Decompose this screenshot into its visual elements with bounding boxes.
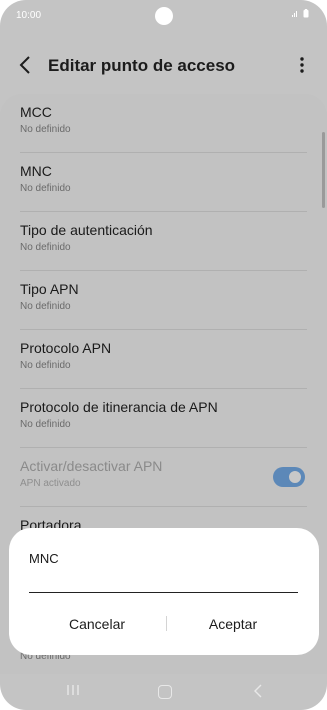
home-icon[interactable]: [158, 685, 172, 699]
list-item-apn-protocol[interactable]: Protocolo APN No definido: [0, 330, 327, 389]
list-item-title: Activar/desactivar APN: [20, 458, 163, 474]
back-arrow-icon[interactable]: [18, 54, 38, 78]
status-icons: [291, 9, 309, 20]
cancel-button[interactable]: Cancelar: [27, 613, 167, 635]
signal-icon: [292, 11, 298, 17]
list-item-subtitle: No definido: [20, 419, 71, 430]
list-item-subtitle: APN activado: [20, 478, 81, 489]
list-item-title: Tipo de autenticación: [20, 222, 153, 238]
recents-icon[interactable]: [66, 684, 80, 698]
list-item-title: MCC: [20, 104, 52, 120]
battery-icon: [303, 9, 309, 18]
list-item-apn-type[interactable]: Tipo APN No definido: [0, 271, 327, 330]
list-item-roaming-protocol[interactable]: Protocolo de itinerancia de APN No defin…: [0, 389, 327, 448]
mnc-input[interactable]: [29, 575, 298, 593]
list-item-auth-type[interactable]: Tipo de autenticación No definido: [0, 212, 327, 271]
status-time: 10:00: [16, 10, 42, 21]
list-item-subtitle: No definido: [20, 360, 71, 371]
apn-enable-toggle[interactable]: [273, 467, 305, 487]
list-item-title: Protocolo APN: [20, 340, 112, 356]
more-options-icon[interactable]: [297, 56, 307, 76]
list-item-subtitle: No definido: [20, 183, 71, 194]
list-item-subtitle: No definido: [20, 124, 71, 135]
dialog-title: MNC: [29, 551, 59, 566]
list-item-mcc[interactable]: MCC No definido: [0, 94, 327, 153]
page-title: Editar punto de acceso: [48, 56, 236, 75]
list-item-title: Protocolo de itinerancia de APN: [20, 399, 218, 415]
list-item-title: Tipo APN: [20, 281, 79, 297]
list-item-subtitle: No definido: [20, 301, 71, 312]
list-item-subtitle: No definido: [20, 242, 71, 253]
list-item-mnc[interactable]: MNC No definido: [0, 153, 327, 212]
accept-button[interactable]: Aceptar: [163, 613, 303, 635]
navigation-bar: [0, 674, 327, 710]
list-item-apn-toggle[interactable]: Activar/desactivar APN APN activado: [0, 448, 327, 507]
phone-screen: 10:00 Editar punto de acceso MCC No defi…: [0, 0, 327, 710]
list-item-title: MNC: [20, 163, 52, 179]
toggle-knob: [287, 469, 303, 485]
status-bar: 10:00: [0, 0, 327, 30]
front-camera: [155, 7, 173, 25]
app-bar: Editar punto de acceso: [0, 44, 327, 88]
mnc-edit-dialog: MNC Cancelar Aceptar: [9, 528, 319, 655]
nav-back-icon[interactable]: [253, 684, 263, 700]
